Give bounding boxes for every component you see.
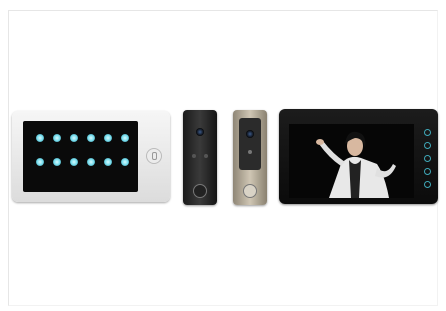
menu-icon (121, 134, 129, 142)
led-icon (204, 154, 208, 158)
monitor-screen (23, 121, 138, 192)
side-button-icon (424, 168, 431, 175)
camera-lens-icon (196, 128, 204, 136)
home-button-icon (146, 148, 162, 164)
camera-lens-icon (246, 130, 254, 138)
led-icon (192, 154, 196, 158)
monitor-screen (289, 124, 414, 198)
menu-icon (70, 158, 78, 166)
call-button-icon (243, 184, 257, 198)
menu-icon (87, 158, 95, 166)
side-button-icon (424, 181, 431, 188)
menu-icon (36, 134, 44, 142)
door-panel (239, 118, 261, 170)
menu-icon (87, 134, 95, 142)
menu-icon (121, 158, 129, 166)
led-icon (248, 150, 252, 154)
white-indoor-monitor (12, 111, 170, 202)
menu-icon (104, 134, 112, 142)
black-indoor-monitor (279, 109, 438, 204)
side-button-icon (424, 142, 431, 149)
menu-icon (70, 134, 78, 142)
call-button-icon (193, 184, 207, 198)
menu-icon (53, 134, 61, 142)
person-photo (289, 124, 414, 198)
menu-icon (104, 158, 112, 166)
black-door-station (183, 110, 217, 205)
side-button-icon (424, 155, 431, 162)
menu-icon (53, 158, 61, 166)
silver-door-station (233, 110, 267, 205)
side-button-icon (424, 129, 431, 136)
menu-icon (36, 158, 44, 166)
